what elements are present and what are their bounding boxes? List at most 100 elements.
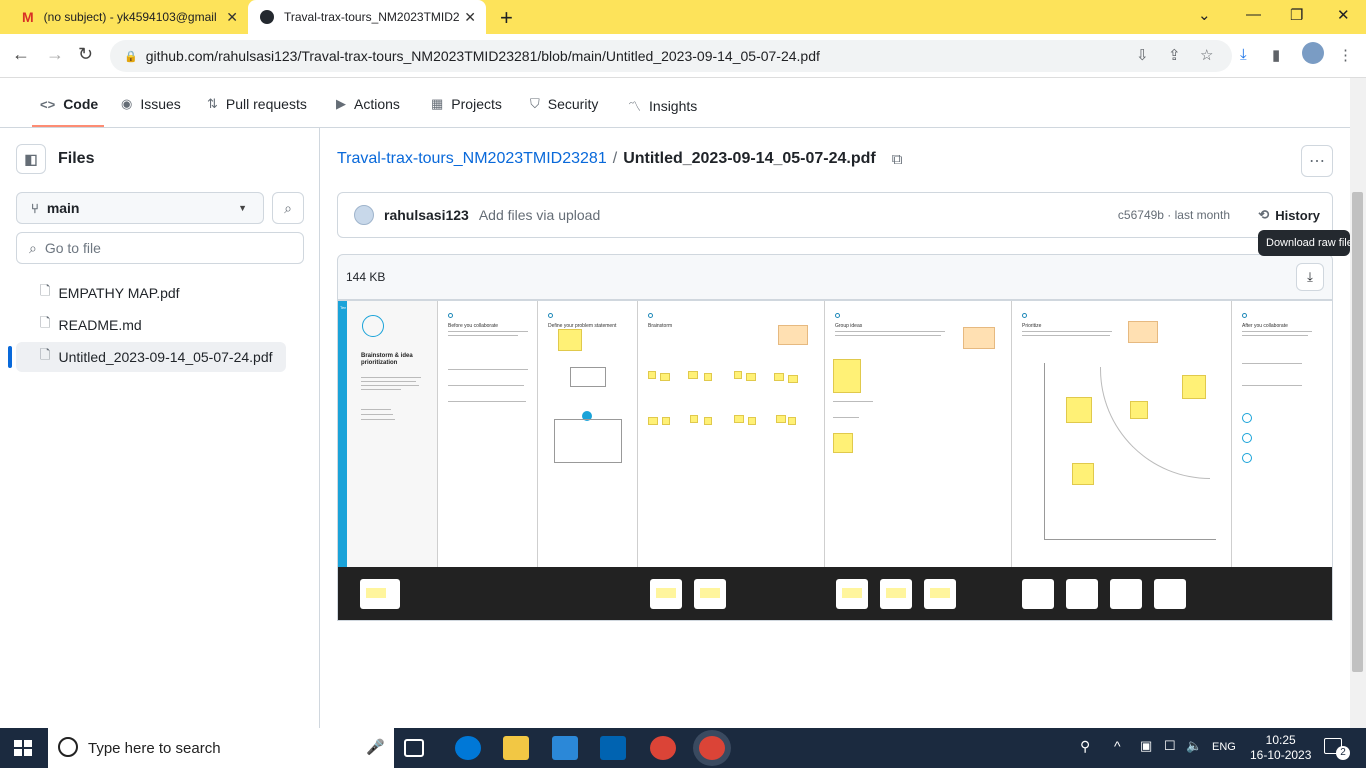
- tab-pull-requests[interactable]: ⇅ Pull requests: [207, 96, 307, 112]
- notification-count-badge: 2: [1336, 746, 1350, 760]
- y-axis: [1044, 363, 1045, 539]
- text-line: [361, 381, 416, 382]
- scrollbar-thumb[interactable]: [1352, 192, 1363, 672]
- commit-message[interactable]: Add files via upload: [479, 207, 600, 223]
- thumbnail: [1022, 579, 1054, 609]
- selected-indicator: [8, 346, 12, 368]
- commit-sha-time[interactable]: c56749b · last month: [1118, 208, 1230, 222]
- microphone-icon[interactable]: 🎤: [366, 738, 385, 756]
- files-header: ◧ Files: [16, 144, 94, 174]
- wifi-icon[interactable]: ☐: [1164, 738, 1176, 754]
- commit-author[interactable]: rahulsasi123: [384, 207, 469, 223]
- minimize-button[interactable]: —: [1246, 6, 1261, 23]
- time-text: 10:25: [1265, 733, 1296, 747]
- step-dot: [548, 313, 553, 318]
- more-options-button[interactable]: ⋯: [1301, 145, 1333, 177]
- window-close-button[interactable]: ✕: [1337, 6, 1350, 24]
- browser-tab-github[interactable]: Traval-trax-tours_NM2023TMID2 ✕: [248, 0, 486, 34]
- profile-avatar[interactable]: [1302, 42, 1324, 64]
- step-dot: [448, 313, 453, 318]
- branch-icon: ⑂: [31, 200, 39, 216]
- file-explorer-icon[interactable]: [503, 736, 529, 760]
- taskbar-search-input[interactable]: Type here to search 🎤: [48, 728, 394, 768]
- history-button[interactable]: ⟲ History: [1258, 207, 1320, 223]
- tab-actions[interactable]: ▶ Actions: [336, 96, 400, 112]
- sticky-note: [648, 417, 658, 425]
- text-line: [1242, 335, 1308, 336]
- graph-icon: 〽: [628, 99, 642, 114]
- tab-search-icon[interactable]: ⌄: [1198, 6, 1211, 24]
- task-view-icon[interactable]: [404, 739, 424, 757]
- copy-path-icon[interactable]: ⧉: [892, 151, 903, 168]
- thumbnail: [360, 579, 400, 609]
- mail-icon[interactable]: [552, 736, 578, 760]
- close-icon[interactable]: ✕: [464, 9, 476, 26]
- text-line: [1242, 331, 1312, 332]
- network-icon[interactable]: ▣: [1140, 738, 1152, 754]
- chrome-active-icon[interactable]: [699, 736, 725, 760]
- sticky-note: [704, 373, 712, 381]
- windows-start-icon[interactable]: [14, 740, 32, 756]
- side-panel-icon[interactable]: ▮: [1272, 46, 1280, 64]
- file-icon: 🗋: [40, 283, 51, 298]
- tab-issues[interactable]: ◉ Issues: [121, 96, 181, 112]
- file-name: Untitled_2023-09-14_05-07-24.pdf: [58, 349, 273, 365]
- language-indicator[interactable]: ENG: [1212, 741, 1236, 753]
- files-title: Files: [58, 150, 95, 167]
- sticky-note: [734, 415, 744, 423]
- browser-toolbar: ← → ↻ 🔒 github.com/rahulsasi123/Traval-t…: [0, 34, 1366, 78]
- download-raw-icon[interactable]: ⤓: [1296, 263, 1324, 291]
- tab-code[interactable]: <> Code: [40, 96, 98, 112]
- panel-title: After you collaborate: [1242, 323, 1288, 329]
- bookmark-star-icon[interactable]: ☆: [1200, 46, 1213, 64]
- tab-insights[interactable]: 〽 Insights: [628, 96, 697, 115]
- sticky-note: [1130, 401, 1148, 419]
- install-icon[interactable]: ⇩: [1136, 46, 1149, 64]
- forward-icon[interactable]: →: [46, 44, 64, 65]
- clock[interactable]: 10:25 16-10-2023: [1250, 733, 1311, 763]
- go-to-file-input[interactable]: ⌕ Go to file: [16, 232, 304, 264]
- browser-tab-strip: M (no subject) - yk4594103@gmail ✕ Trava…: [0, 0, 1366, 34]
- search-icon[interactable]: ⌕: [272, 192, 304, 224]
- menu-kebab-icon[interactable]: ⋮: [1338, 46, 1353, 64]
- text-line: [448, 385, 524, 386]
- maximize-button[interactable]: ❐: [1290, 6, 1303, 24]
- file-item[interactable]: 🗋 EMPATHY MAP.pdf: [16, 278, 286, 308]
- circle-icon: [1242, 413, 1252, 423]
- repo-link[interactable]: Traval-trax-tours_NM2023TMID23281: [337, 150, 607, 168]
- file-item[interactable]: 🗋 README.md: [16, 310, 286, 340]
- share-icon[interactable]: ⇪: [1168, 46, 1181, 64]
- sidebar-collapse-icon[interactable]: ◧: [16, 144, 46, 174]
- avatar[interactable]: [354, 205, 374, 225]
- tab-security[interactable]: ⛉ Security: [530, 96, 598, 112]
- chevron-up-icon[interactable]: ^: [1114, 738, 1121, 754]
- active-tab-underline: [32, 125, 104, 127]
- tab-label: Pull requests: [225, 96, 307, 112]
- search-icon: ⌕: [29, 239, 37, 256]
- file-item-selected[interactable]: 🗋 Untitled_2023-09-14_05-07-24.pdf: [16, 342, 286, 372]
- downloads-icon[interactable]: ⤓: [1240, 46, 1247, 63]
- text-line: [1022, 331, 1112, 332]
- chrome-icon[interactable]: [650, 736, 676, 760]
- file-name: README.md: [58, 317, 142, 333]
- reload-icon[interactable]: ↻: [78, 44, 93, 65]
- store-icon[interactable]: [600, 736, 626, 760]
- sticky-note: [1182, 375, 1206, 399]
- tab-projects[interactable]: ▦ Projects: [431, 96, 502, 112]
- sticky-note: [788, 375, 798, 383]
- browser-tab-gmail[interactable]: M (no subject) - yk4594103@gmail ✕: [12, 0, 248, 34]
- branch-selector[interactable]: ⑂ main ▼: [16, 192, 264, 224]
- pdf-viewer[interactable]: Template Brainstorm & idea prioritizatio…: [337, 300, 1333, 621]
- back-icon[interactable]: ←: [12, 44, 30, 65]
- volume-icon[interactable]: 🔈: [1186, 738, 1202, 754]
- sticky-note: [748, 417, 756, 425]
- thumbnail: [694, 579, 726, 609]
- new-tab-button[interactable]: +: [500, 5, 513, 31]
- close-icon[interactable]: ✕: [226, 9, 238, 26]
- pdf-panel: Brainstorm: [638, 301, 825, 567]
- text-line: [361, 419, 395, 420]
- edge-icon[interactable]: [455, 736, 481, 760]
- people-icon[interactable]: ⚲: [1080, 738, 1090, 755]
- address-bar[interactable]: 🔒 github.com/rahulsasi123/Traval-trax-to…: [110, 40, 1232, 72]
- text-line: [835, 335, 941, 336]
